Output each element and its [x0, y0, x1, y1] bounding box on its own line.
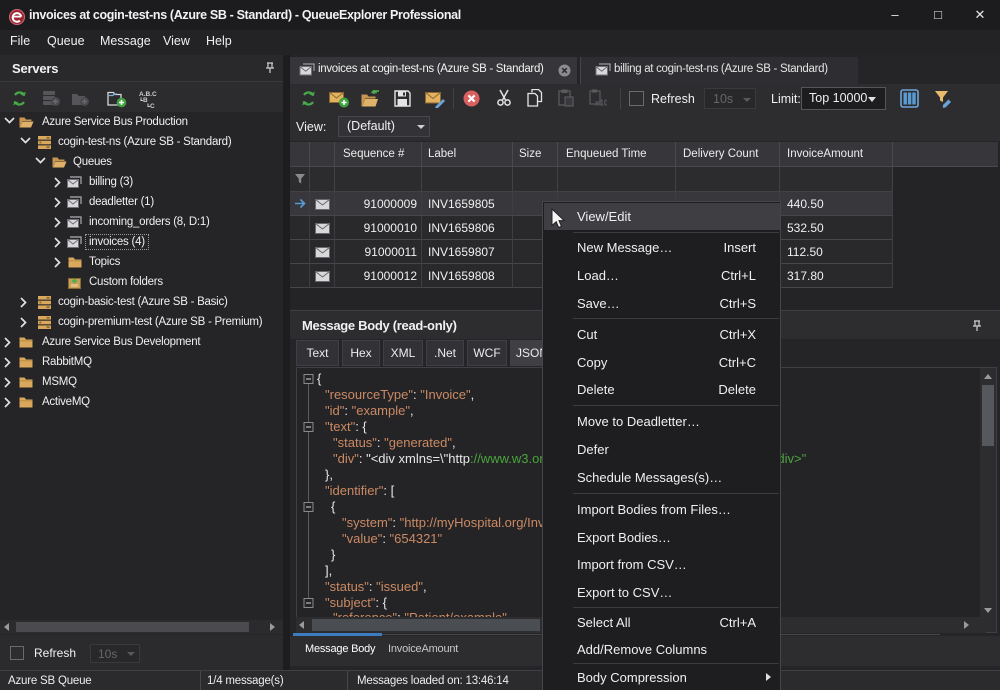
svg-text:B: B — [143, 97, 148, 104]
svg-text:A.B.C: A.B.C — [139, 91, 157, 98]
svg-text:C: C — [150, 103, 155, 109]
svg-text:x10: x10 — [595, 99, 607, 108]
